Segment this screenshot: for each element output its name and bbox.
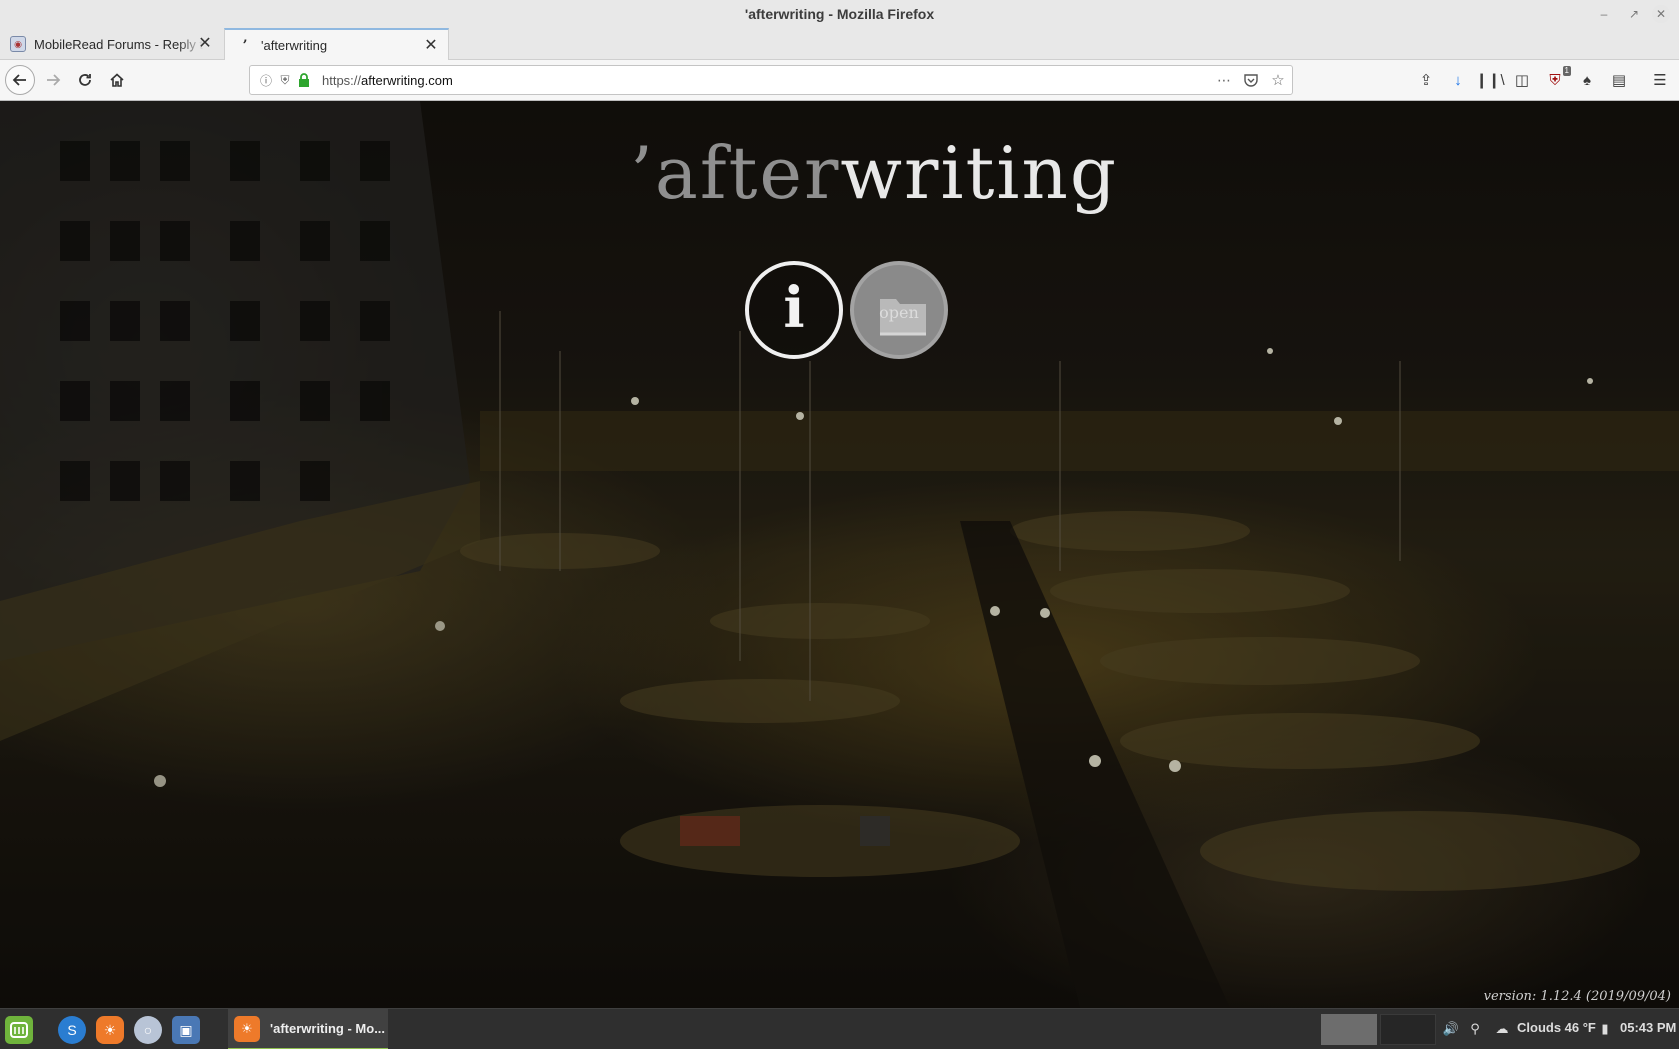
screenshot-tool-icon[interactable]: ▣ bbox=[172, 1016, 200, 1044]
bookmark-star-icon[interactable]: ☆ bbox=[1270, 72, 1286, 89]
lock-icon[interactable] bbox=[296, 72, 312, 88]
open-button[interactable]: open bbox=[850, 261, 948, 359]
back-button[interactable] bbox=[5, 65, 35, 95]
tab-close-icon[interactable]: ✕ bbox=[196, 35, 214, 53]
reload-button[interactable] bbox=[71, 66, 99, 94]
url-text[interactable]: https://afterwriting.com bbox=[322, 73, 453, 88]
battery-icon[interactable]: ▮ bbox=[1596, 1020, 1614, 1038]
extension-mask-icon[interactable]: ♠ bbox=[1577, 70, 1597, 90]
mobileread-icon: ◉ bbox=[10, 36, 26, 52]
tab-label: MobileRead Forums - Reply to bbox=[34, 36, 204, 52]
workspace-1[interactable] bbox=[1321, 1014, 1377, 1045]
tab-afterwriting[interactable]: ’ 'afterwriting ✕ bbox=[224, 28, 449, 61]
minimize-icon[interactable]: – bbox=[1594, 4, 1614, 24]
download-icon[interactable]: ↓ bbox=[1448, 70, 1468, 90]
info-button[interactable]: i bbox=[745, 261, 843, 359]
sidebar-icon[interactable]: ◫ bbox=[1512, 70, 1532, 90]
logo-suffix: writing bbox=[840, 131, 1118, 215]
marina-night-background bbox=[0, 101, 1679, 1008]
page-actions-icon[interactable]: ⋯ bbox=[1216, 72, 1232, 88]
tab-close-icon[interactable]: ✕ bbox=[422, 37, 440, 55]
back-arrow-icon bbox=[12, 74, 26, 86]
pocket-icon[interactable] bbox=[1243, 72, 1259, 88]
app-launcher-icon[interactable]: ○ bbox=[134, 1016, 162, 1044]
clock-text[interactable]: 05:43 PM bbox=[1620, 1020, 1676, 1035]
extension-list-icon[interactable]: ▤ bbox=[1609, 70, 1629, 90]
forward-arrow-icon bbox=[47, 74, 61, 86]
firefox-launcher-icon[interactable]: ☀ bbox=[96, 1016, 124, 1044]
maximize-icon[interactable]: ↗ bbox=[1624, 4, 1644, 24]
window-titlebar: 'afterwriting - Mozilla Firefox – ↗ ✕ bbox=[0, 0, 1679, 28]
ublock-badge: 1 bbox=[1562, 66, 1571, 76]
weather-cloud-icon[interactable]: ☁ bbox=[1493, 1020, 1511, 1038]
firefox-icon: ☀ bbox=[234, 1015, 260, 1042]
home-button[interactable] bbox=[103, 66, 131, 94]
tracking-shield-icon[interactable]: ⛨ bbox=[277, 72, 293, 88]
workspace-2[interactable] bbox=[1380, 1014, 1436, 1045]
info-icon: i bbox=[783, 275, 805, 341]
library-icon[interactable]: ❙❙\ bbox=[1475, 70, 1504, 90]
afterwriting-icon: ’ bbox=[242, 37, 248, 54]
mint-menu-icon[interactable] bbox=[5, 1016, 33, 1044]
navigation-toolbar: ⓘ ⛨ https://afterwriting.com ⋯ ☆ ⇪ ↓ ❙❙\… bbox=[0, 60, 1679, 101]
url-bar[interactable]: ⓘ ⛨ https://afterwriting.com ⋯ ☆ bbox=[249, 65, 1293, 95]
weather-text[interactable]: Clouds 46 °F bbox=[1517, 1020, 1596, 1035]
info-icon[interactable]: ⓘ bbox=[258, 72, 274, 88]
taskbar-window-label: 'afterwriting - Mo... bbox=[270, 1021, 386, 1036]
forward-button[interactable] bbox=[39, 66, 67, 94]
page-content: ’afterwriting i open version: 1.12.4 (20… bbox=[0, 101, 1679, 1008]
system-taskbar: S ☀ ○ ▣ ☀ 'afterwriting - Mo... 🔊 ⚲ ☁ Cl… bbox=[0, 1008, 1679, 1049]
tab-label: 'afterwriting bbox=[261, 38, 328, 53]
tab-mobileread[interactable]: ◉ MobileRead Forums - Reply to ✕ bbox=[0, 28, 222, 60]
reload-icon bbox=[79, 74, 91, 86]
volume-icon[interactable]: 🔊 bbox=[1442, 1020, 1460, 1038]
menu-hamburger-icon[interactable]: ☰ bbox=[1650, 70, 1670, 90]
ublock-icon[interactable]: ⛨ 1 bbox=[1545, 66, 1571, 90]
logo-prefix: ’after bbox=[630, 131, 841, 215]
home-icon bbox=[110, 73, 124, 87]
close-icon[interactable]: ✕ bbox=[1652, 5, 1670, 23]
open-label: open bbox=[879, 302, 919, 322]
taskbar-window-afterwriting[interactable]: ☀ 'afterwriting - Mo... bbox=[228, 1009, 388, 1049]
window-title: 'afterwriting - Mozilla Firefox bbox=[744, 6, 935, 22]
save-to-icon[interactable]: ⇪ bbox=[1416, 70, 1436, 90]
afterwriting-logo: ’afterwriting bbox=[630, 131, 1116, 221]
network-icon[interactable]: ⚲ bbox=[1466, 1020, 1484, 1038]
version-text: version: 1.12.4 (2019/09/04) bbox=[1483, 989, 1671, 1004]
simplenote-icon[interactable]: S bbox=[58, 1016, 86, 1044]
tab-strip: ◉ MobileRead Forums - Reply to ✕ ’ 'afte… bbox=[0, 28, 1679, 61]
